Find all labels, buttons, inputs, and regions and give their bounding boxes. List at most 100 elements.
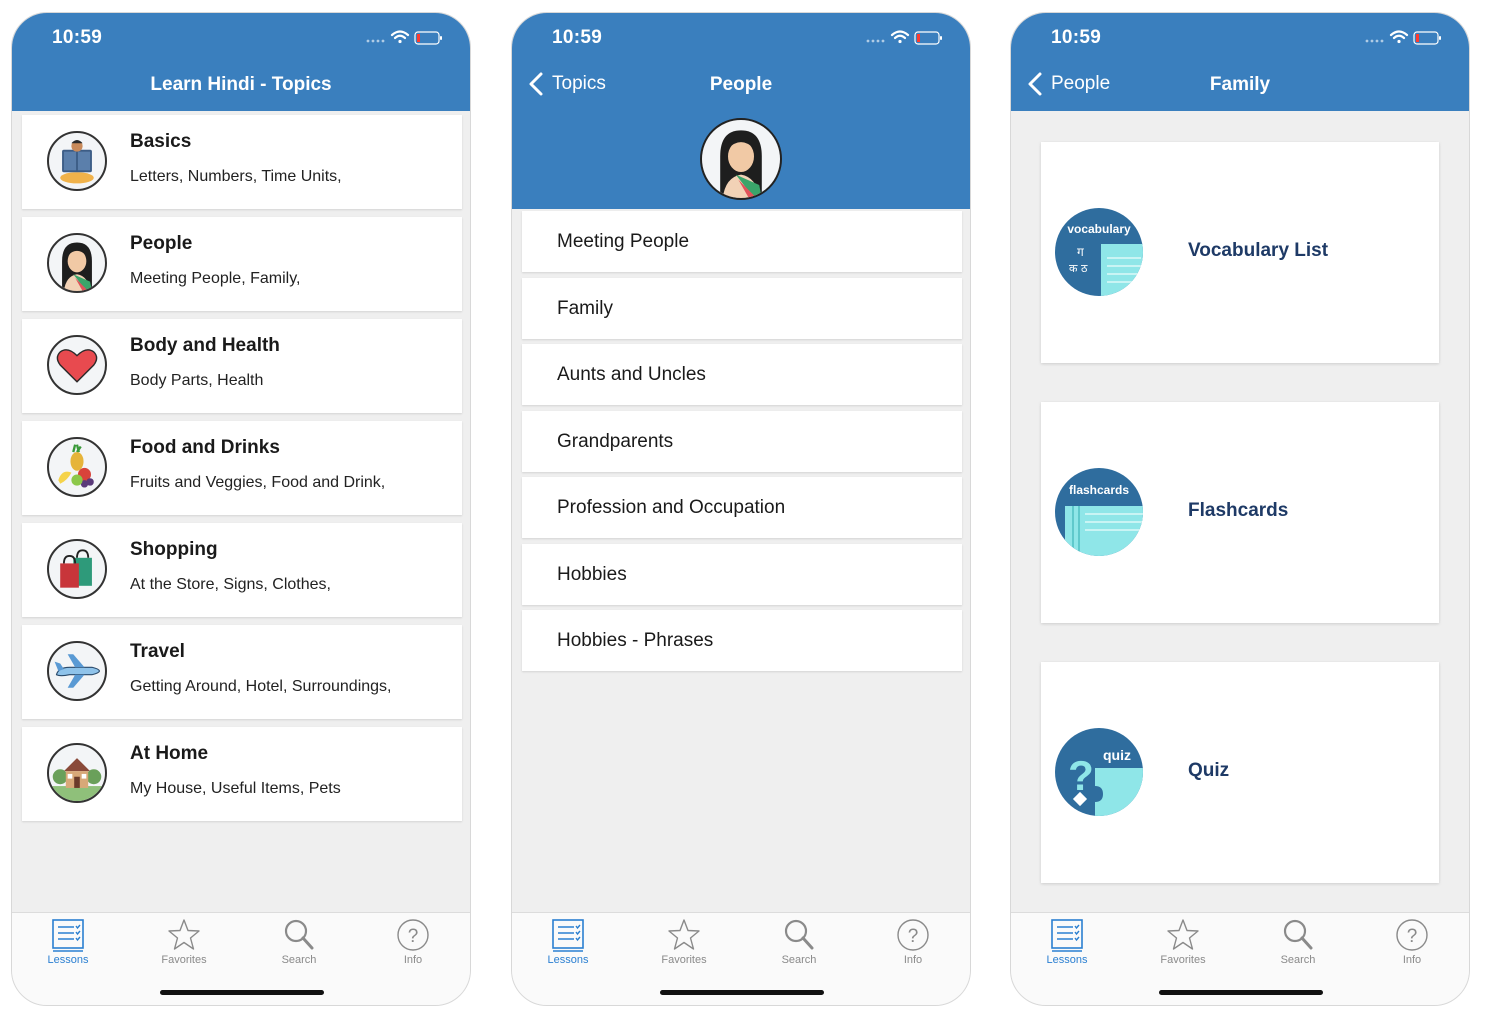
topic-row-people[interactable]: People Meeting People, Family, (22, 217, 462, 311)
tab-label: Search (781, 954, 817, 966)
list-item-label: Family (557, 297, 613, 319)
tab-favorites[interactable]: Favorites (144, 917, 224, 966)
topic-title: Body and Health (130, 335, 280, 356)
tab-bar: Lessons Favorites Search ? Info (12, 912, 470, 1005)
topic-row-travel[interactable]: Travel Getting Around, Hotel, Surroundin… (22, 625, 462, 719)
tab-lessons[interactable]: Lessons (1027, 917, 1107, 966)
tab-label: Lessons (47, 954, 89, 966)
topic-title: Shopping (130, 539, 218, 560)
book-reader-icon (47, 131, 107, 191)
tab-label: Favorites (1160, 954, 1206, 966)
cellular-signal-icon (866, 39, 885, 43)
woman-avatar-icon (700, 118, 782, 200)
topic-title: At Home (130, 743, 209, 764)
list-item-label: Meeting People (557, 231, 690, 252)
list-item[interactable]: Family (522, 277, 962, 339)
topic-subtitle: Meeting People, Family, (130, 270, 301, 287)
nav-header: 10:59 Topics People (512, 13, 970, 111)
hindi-glyph: क ठ (1069, 262, 1088, 275)
tab-bar: Lessons Favorites Search ? Info (512, 912, 970, 1005)
card-label: Flashcards (1188, 500, 1289, 521)
quiz-icon-text: quiz (1103, 747, 1131, 763)
card-label: Vocabulary List (1188, 240, 1329, 261)
flashcards-icon-text: flashcards (1069, 483, 1129, 497)
svg-text:?: ? (1068, 752, 1094, 799)
topic-subtitle: Body Parts, Health (130, 372, 264, 389)
magnifier-icon (784, 919, 814, 950)
page-title: People (709, 74, 773, 95)
status-time: 10:59 (52, 27, 103, 48)
tab-search[interactable]: Search (759, 917, 839, 966)
list-item[interactable]: Grandparents (522, 410, 962, 472)
magnifier-icon (1283, 919, 1313, 950)
vocabulary-icon-text: vocabulary (1067, 222, 1131, 236)
topic-row-food-drinks[interactable]: Food and Drinks Fruits and Veggies, Food… (22, 421, 462, 515)
tab-lessons[interactable]: Lessons (28, 917, 108, 966)
nav-header: 10:59 Learn Hindi - Topics (12, 13, 470, 111)
tab-favorites[interactable]: Favorites (644, 917, 724, 966)
topic-title: Basics (130, 131, 192, 152)
topic-subtitle: Getting Around, Hotel, Surroundings, (130, 678, 392, 695)
list-item[interactable]: Profession and Occupation (522, 477, 962, 538)
tab-search[interactable]: Search (1258, 917, 1338, 966)
cellular-signal-icon (366, 39, 385, 43)
flashcards-card[interactable]: flashcards Flashcards (1041, 402, 1439, 623)
svg-text:?: ? (908, 926, 919, 947)
list-item-label: Hobbies (557, 563, 627, 585)
quiz-card[interactable]: quiz ? Quiz (1041, 662, 1439, 883)
topic-row-shopping[interactable]: Shopping At the Store, Signs, Clothes, (22, 523, 462, 617)
tab-favorites[interactable]: Favorites (1143, 917, 1223, 966)
topic-subtitle: My House, Useful Items, Pets (130, 780, 341, 797)
tab-search[interactable]: Search (259, 917, 339, 966)
status-icons (866, 30, 942, 45)
lessons-list-icon (52, 919, 84, 952)
lessons-list-icon (552, 919, 584, 952)
vocabulary-list-card[interactable]: vocabulary ग क ठ Vocabulary List (1041, 142, 1439, 363)
topic-title: Travel (130, 641, 185, 662)
list-item[interactable]: Hobbies - Phrases (522, 610, 962, 671)
tab-label: Info (903, 954, 923, 966)
woman-avatar-icon (47, 233, 107, 293)
tab-label: Info (403, 954, 423, 966)
tab-label: Lessons (1046, 954, 1088, 966)
cellular-signal-icon (1365, 39, 1384, 43)
nav-header: 10:59 People Family (1011, 13, 1469, 111)
topic-title: People (130, 233, 193, 254)
page-title: Family (1209, 74, 1271, 95)
star-icon (668, 919, 700, 950)
wifi-icon (890, 30, 910, 44)
list-item[interactable]: Aunts and Uncles (522, 344, 962, 405)
home-indicator (160, 990, 324, 995)
magnifier-icon (284, 919, 314, 950)
phone-screen-family: 10:59 People Family vocabulary ग क ठ Voc… (1010, 12, 1470, 1006)
tab-info[interactable]: ? Info (1372, 917, 1452, 966)
card-label: Quiz (1188, 760, 1230, 781)
topic-row-at-home[interactable]: At Home My House, Useful Items, Pets (22, 727, 462, 821)
fruit-basket-icon (47, 437, 107, 497)
list-item-label: Hobbies - Phrases (557, 630, 714, 651)
quiz-icon: quiz ? (1055, 728, 1143, 816)
topic-row-body-health[interactable]: Body and Health Body Parts, Health (22, 319, 462, 413)
tab-info[interactable]: ? Info (873, 917, 953, 966)
vocabulary-icon: vocabulary ग क ठ (1055, 208, 1143, 296)
star-icon (168, 919, 200, 950)
question-circle-icon: ? (897, 919, 929, 951)
battery-icon (414, 31, 442, 45)
wifi-icon (390, 30, 410, 44)
list-item[interactable]: Meeting People (522, 211, 962, 272)
lessons-list-icon (1051, 919, 1083, 952)
status-icons (366, 30, 442, 45)
list-item-label: Grandparents (557, 430, 674, 452)
tab-info[interactable]: ? Info (373, 917, 453, 966)
home-indicator (1159, 990, 1323, 995)
topic-row-basics[interactable]: Basics Letters, Numbers, Time Units, (22, 115, 462, 209)
tab-label: Info (1402, 954, 1422, 966)
subtopic-list: Meeting People Family Aunts and Uncles G… (522, 211, 962, 677)
page-title: Learn Hindi - Topics (150, 74, 332, 95)
topic-subtitle: Fruits and Veggies, Food and Drink, (130, 474, 386, 491)
tab-label: Search (1280, 954, 1316, 966)
list-item[interactable]: Hobbies (522, 543, 962, 605)
hero-banner (512, 111, 970, 209)
tab-lessons[interactable]: Lessons (528, 917, 608, 966)
topic-list: Basics Letters, Numbers, Time Units, Peo… (22, 115, 462, 829)
